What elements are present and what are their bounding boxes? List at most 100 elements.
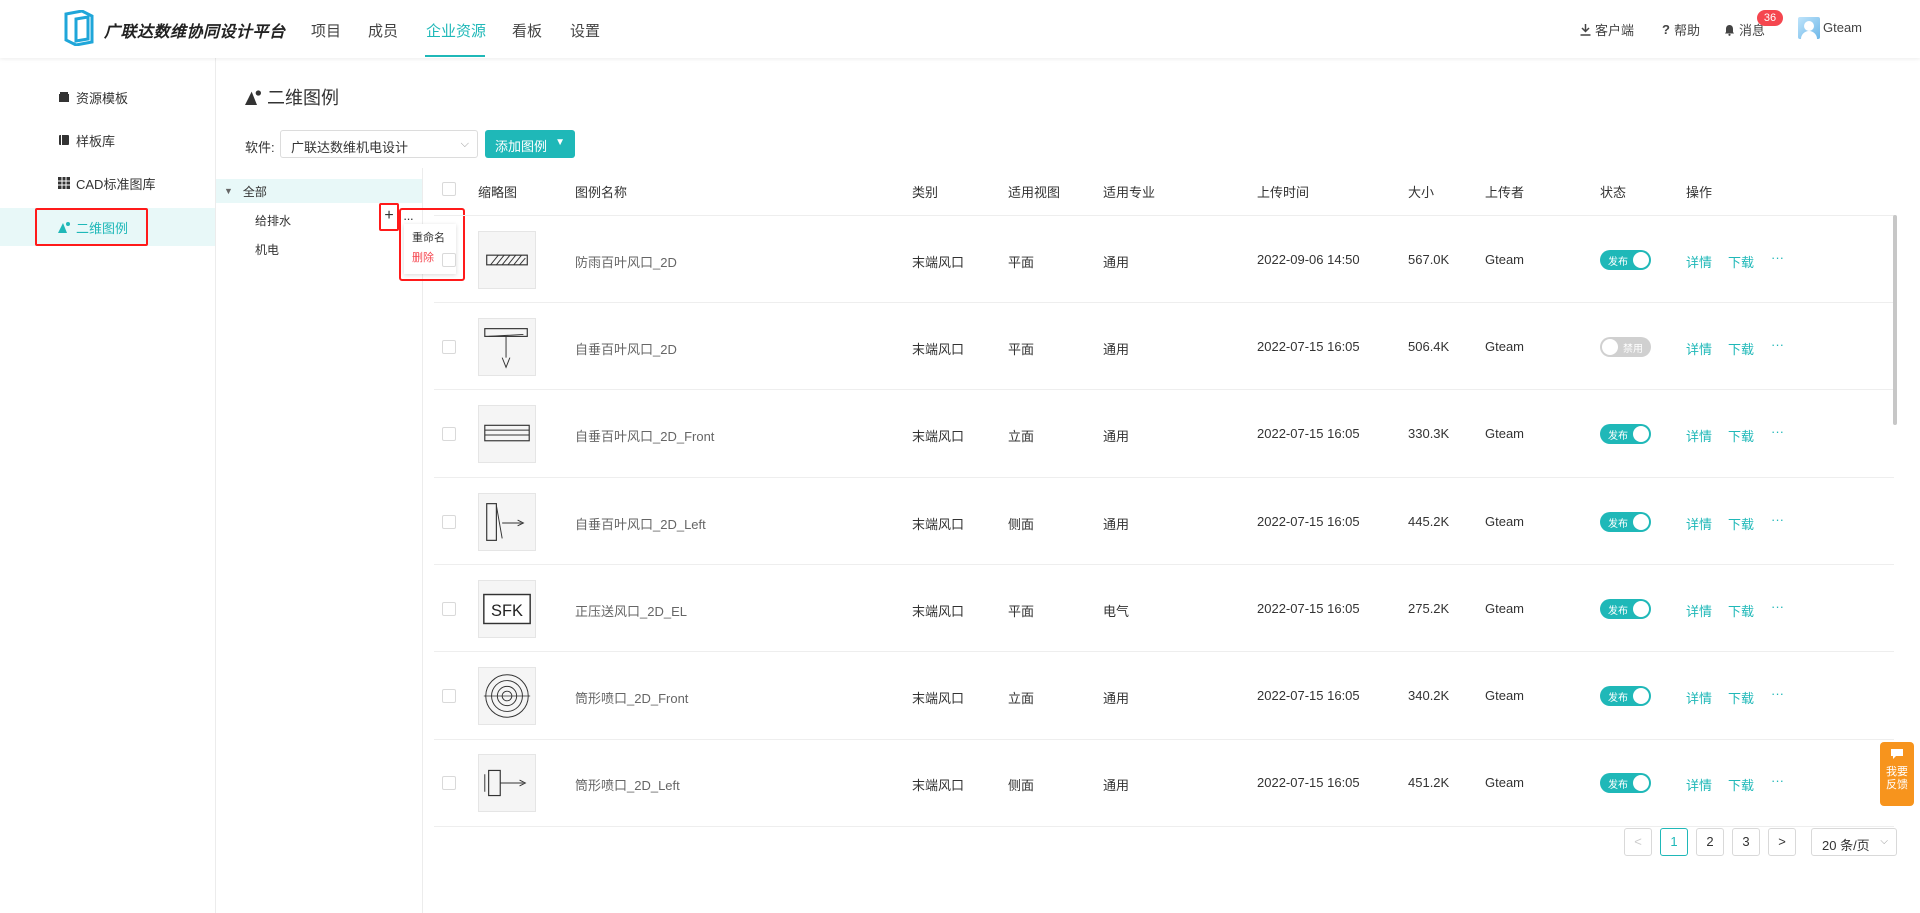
- thumbnail-image[interactable]: [478, 405, 536, 464]
- category-cell: 末端风口: [912, 254, 965, 270]
- avatar[interactable]: [1798, 17, 1820, 39]
- legend-name[interactable]: 筒形喷口_2D_Left: [575, 775, 680, 794]
- download-link[interactable]: 下载: [1728, 601, 1754, 620]
- status-toggle[interactable]: 发布: [1600, 424, 1651, 445]
- more-actions-button[interactable]: ···: [1771, 512, 1784, 527]
- pagination-page-3[interactable]: 3: [1732, 828, 1760, 856]
- client-download-link[interactable]: 客户端: [1580, 20, 1634, 39]
- sidebar-item-label: 样板库: [76, 133, 116, 149]
- pagination-next[interactable]: >: [1768, 828, 1796, 856]
- category-cell: 末端风口: [912, 429, 965, 445]
- column-header: 上传时间: [1257, 185, 1310, 200]
- nav-enterprise-resources[interactable]: 企业资源: [426, 20, 486, 41]
- category-cell: 末端风口: [912, 341, 965, 357]
- detail-link[interactable]: 详情: [1686, 775, 1712, 794]
- tree-node-all[interactable]: ▼ 全部: [216, 179, 422, 203]
- nav-projects[interactable]: 项目: [311, 20, 341, 41]
- add-legend-button[interactable]: 添加图例 ▼: [485, 130, 575, 158]
- detail-link[interactable]: 详情: [1686, 339, 1712, 358]
- tree-node-mep[interactable]: 机电: [255, 241, 279, 258]
- legend-name[interactable]: 自垂百叶风口_2D_Front: [575, 426, 714, 445]
- download-link[interactable]: 下载: [1728, 426, 1754, 445]
- detail-link[interactable]: 详情: [1686, 601, 1712, 620]
- row-checkbox[interactable]: [442, 601, 456, 616]
- download-link[interactable]: 下载: [1728, 514, 1754, 533]
- user-name[interactable]: Gteam: [1823, 20, 1862, 35]
- status-toggle[interactable]: 发布: [1600, 598, 1651, 619]
- toggle-knob: [1633, 251, 1649, 268]
- table-scrollbar[interactable]: [1893, 215, 1897, 425]
- page-size-select[interactable]: 20 条/页 ⌵: [1811, 828, 1897, 856]
- more-actions-button[interactable]: ···: [1771, 250, 1784, 265]
- legend-name[interactable]: 自垂百叶风口_2D_Left: [575, 514, 706, 533]
- thumbnail-image[interactable]: [478, 667, 536, 726]
- pagination-page-1[interactable]: 1: [1660, 828, 1688, 856]
- detail-link[interactable]: 详情: [1686, 426, 1712, 445]
- row-checkbox[interactable]: [442, 776, 456, 791]
- status-toggle[interactable]: 发布: [1600, 773, 1651, 794]
- detail-link[interactable]: 详情: [1686, 688, 1712, 707]
- category-cell: 末端风口: [912, 778, 965, 794]
- more-actions-button[interactable]: ···: [1771, 337, 1784, 352]
- row-checkbox[interactable]: [442, 689, 456, 704]
- upload-time-cell: 2022-07-15 16:05: [1257, 513, 1360, 529]
- status-label: 发布: [1608, 780, 1628, 792]
- thumbnail-image[interactable]: [478, 317, 536, 376]
- nav-members[interactable]: 成员: [368, 20, 398, 41]
- legend-name[interactable]: 自垂百叶风口_2D: [575, 339, 677, 358]
- thumbnail-image[interactable]: [478, 492, 536, 551]
- nav-dashboard[interactable]: 看板: [512, 20, 542, 41]
- column-header: 缩略图: [478, 185, 518, 200]
- thumbnail-image[interactable]: SFK: [478, 579, 536, 638]
- category-tree: [216, 168, 423, 913]
- pagination-prev[interactable]: <: [1624, 828, 1652, 856]
- detail-link[interactable]: 详情: [1686, 514, 1712, 533]
- feedback-button[interactable]: 我要反馈: [1880, 742, 1914, 806]
- highlight-box: [35, 208, 148, 246]
- nav-settings[interactable]: 设置: [570, 20, 600, 41]
- more-actions-button[interactable]: ···: [1771, 424, 1784, 439]
- sidebar-item-cad-library[interactable]: CAD标准图库: [0, 164, 215, 202]
- software-select[interactable]: 广联达数维机电设计 ⌵: [280, 130, 478, 158]
- select-all-checkbox[interactable]: [442, 182, 456, 196]
- legend-name[interactable]: 筒形喷口_2D_Front: [575, 688, 688, 707]
- download-link[interactable]: 下载: [1728, 688, 1754, 707]
- download-link[interactable]: 下载: [1728, 252, 1754, 271]
- row-checkbox[interactable]: [442, 514, 456, 529]
- tree-node-plumbing[interactable]: 给排水: [255, 212, 291, 229]
- logo-text[interactable]: 广联达数维协同设计平台: [104, 18, 286, 42]
- discipline-cell: 通用: [1103, 341, 1130, 357]
- download-link[interactable]: 下载: [1728, 339, 1754, 358]
- legend-name[interactable]: 防雨百叶风口_2D: [575, 252, 677, 271]
- view-cell: 平面: [1008, 341, 1035, 357]
- table-header: [434, 168, 1894, 216]
- download-link[interactable]: 下载: [1728, 775, 1754, 794]
- status-toggle[interactable]: 发布: [1600, 686, 1651, 707]
- status-toggle[interactable]: 发布: [1600, 249, 1651, 270]
- status-label: 发布: [1608, 256, 1628, 268]
- row-checkbox[interactable]: [442, 339, 456, 354]
- row-checkbox[interactable]: [442, 427, 456, 442]
- help-link[interactable]: ? 帮助: [1662, 20, 1700, 39]
- row-checkbox[interactable]: [442, 252, 456, 267]
- detail-link[interactable]: 详情: [1686, 252, 1712, 271]
- toggle-knob: [1633, 426, 1649, 443]
- sidebar-item-resource-templates[interactable]: 资源模板: [0, 78, 215, 116]
- sidebar-item-template-library[interactable]: 样板库: [0, 121, 215, 159]
- status-toggle[interactable]: 禁用: [1600, 336, 1651, 357]
- size-cell: 567.0K: [1408, 251, 1450, 267]
- chevron-down-icon: ▼: [555, 137, 565, 148]
- pagination-page-2[interactable]: 2: [1696, 828, 1724, 856]
- chevron-down-icon: ⌵: [460, 138, 469, 150]
- thumbnail-image[interactable]: [478, 754, 536, 813]
- thumbnail-image[interactable]: [478, 230, 536, 289]
- more-actions-button[interactable]: ···: [1771, 686, 1784, 701]
- shapes-icon: [245, 90, 261, 105]
- legend-name[interactable]: 正压送风口_2D_EL: [575, 601, 687, 620]
- book-icon: [59, 135, 69, 145]
- add-subcategory-button[interactable]: +: [379, 203, 399, 231]
- more-actions-button[interactable]: ···: [1771, 599, 1784, 614]
- logo-icon[interactable]: [62, 10, 96, 46]
- status-toggle[interactable]: 发布: [1600, 511, 1651, 532]
- more-actions-button[interactable]: ···: [1771, 773, 1784, 788]
